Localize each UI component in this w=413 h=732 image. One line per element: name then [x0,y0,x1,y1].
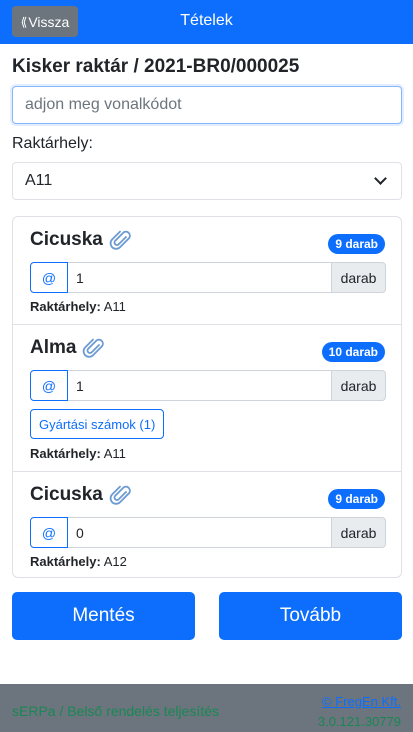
location-label: Raktárhely: [12,135,93,152]
item-location-label: Raktárhely: [30,299,101,314]
quantity-badge: 9 darab [328,489,385,509]
item-location-value: A11 [103,446,126,461]
barcode-input[interactable] [12,86,402,124]
company-link[interactable]: © FregEn Kft. [318,692,401,712]
item-location-value: A12 [103,554,127,569]
chevron-down-icon [374,172,387,185]
footer-info: © FregEn Kft. 3.0.121.30779 [318,692,401,732]
quantity-input[interactable] [68,262,332,293]
item-location: Raktárhely: A11 [30,446,126,461]
quantity-input-group: @ darab [30,370,386,401]
at-button[interactable]: @ [30,262,68,293]
unit-label: darab [332,370,386,401]
item-location: Raktárhely: A11 [30,299,126,314]
footer-app-text: sERPa / Belső rendelés teljesítés [12,703,219,719]
quantity-badge: 10 darab [321,342,385,362]
list-item: Cicuska 9 darab @ darab Raktárhely: A12 [13,472,401,577]
top-navbar: ⟪ Vissza Tételek [0,0,413,44]
paperclip-icon[interactable] [109,483,133,507]
page-title: Tételek [180,12,233,29]
at-button[interactable]: @ [30,517,68,548]
item-location: Raktárhely: A12 [30,554,127,569]
item-name-text: Alma [30,337,77,358]
item-location-value: A11 [103,299,126,314]
quantity-input-group: @ darab [30,517,386,548]
unit-label: darab [332,517,386,548]
version-text: 3.0.121.30779 [317,714,401,729]
document-title: Kisker raktár / 2021-BR0/000025 [12,56,300,77]
item-name-text: Cicuska [30,484,103,505]
save-button[interactable]: Mentés [12,592,195,640]
item-name: Cicuska [30,483,133,507]
item-location-label: Raktárhely: [30,554,101,569]
quantity-input[interactable] [68,370,332,401]
item-name-text: Cicuska [30,229,103,250]
paperclip-icon[interactable] [82,336,106,360]
quantity-badge: 9 darab [328,234,385,254]
quantity-input-group: @ darab [30,262,386,293]
unit-label: darab [332,262,386,293]
quantity-input[interactable] [68,517,332,548]
list-item: Cicuska 9 darab @ darab Raktárhely: A11 [13,217,401,325]
location-select-value: A11 [25,172,53,189]
footer: sERPa / Belső rendelés teljesítés © Freg… [0,684,413,732]
item-name: Cicuska [30,228,133,252]
location-select[interactable]: A11 [12,162,402,200]
list-item: Alma 10 darab @ darab Gyártási számok (1… [13,325,401,472]
item-list: Cicuska 9 darab @ darab Raktárhely: A11 … [12,216,402,578]
paperclip-icon[interactable] [109,228,133,252]
serial-numbers-button[interactable]: Gyártási számok (1) [30,409,165,439]
item-name: Alma [30,336,106,360]
item-location-label: Raktárhely: [30,446,101,461]
next-button[interactable]: Tovább [219,592,402,640]
at-button[interactable]: @ [30,370,68,401]
